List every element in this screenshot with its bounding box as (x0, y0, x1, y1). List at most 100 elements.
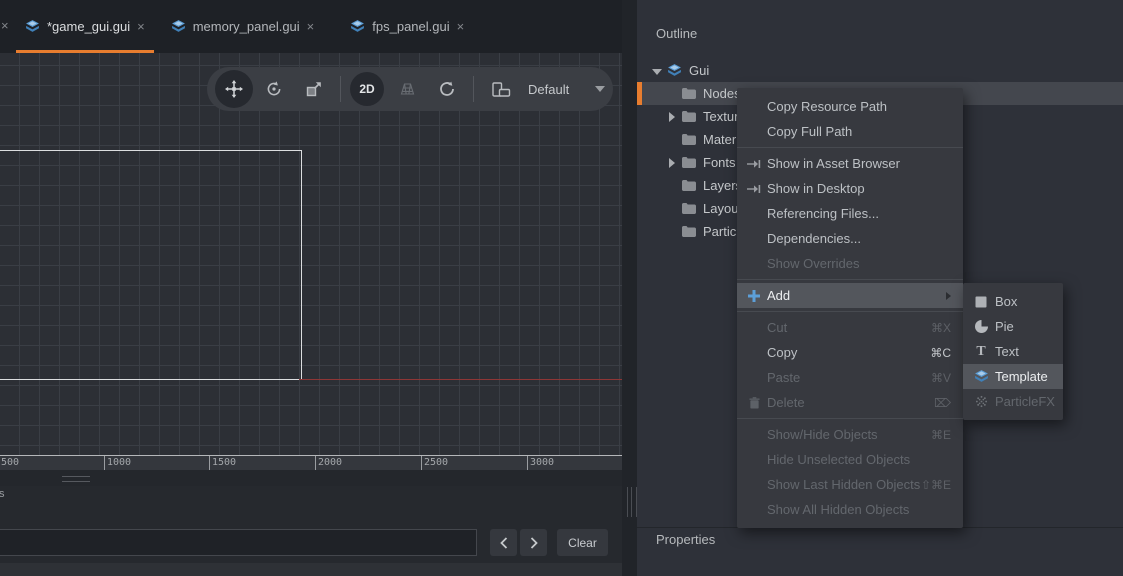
menu-item-show-in-desktop[interactable]: Show in Desktop (737, 176, 963, 201)
menu-item-label: Hide Unselected Objects (767, 452, 910, 467)
ruler-tick (527, 456, 528, 471)
menu-item-show-last-hidden-objects: Show Last Hidden Objects⇧⌘E (737, 472, 963, 497)
tab-memory-panel[interactable]: memory_panel.gui × (162, 0, 324, 53)
bottom-search-input[interactable] (0, 529, 477, 556)
menu-item-show-in-asset-browser[interactable]: Show in Asset Browser (737, 151, 963, 176)
menu-item-label: Add (767, 288, 790, 303)
template-node-icon (972, 370, 990, 383)
arrow-spacer (666, 135, 678, 145)
folder-icon (682, 180, 696, 191)
menu-item-label: Copy (767, 345, 797, 360)
reset-camera-button[interactable] (427, 80, 467, 98)
submenu-item-text[interactable]: T Text (963, 339, 1063, 364)
device-orientation-button[interactable] (480, 81, 520, 98)
folder-icon (682, 111, 696, 122)
tab-bar: × *game_gui.gui × memory_panel.gui × fps… (0, 0, 622, 53)
folder-icon (682, 88, 696, 99)
folder-icon (682, 134, 696, 145)
2d-mode-toggle[interactable]: 2D (347, 72, 387, 106)
ruler-label: 2000 (318, 457, 342, 468)
menu-item-copy[interactable]: Copy⌘C (737, 340, 963, 365)
viewport-toolbar: 2D Default (207, 67, 613, 111)
status-strip (0, 563, 622, 576)
menu-item-label: Copy Full Path (767, 124, 852, 139)
trash-icon (745, 397, 763, 409)
menu-item-copy-full-path[interactable]: Copy Full Path (737, 119, 963, 144)
tab-game-gui[interactable]: *game_gui.gui × (16, 0, 154, 53)
menu-item-label: Show in Desktop (767, 181, 865, 196)
tab-label: memory_panel.gui (193, 19, 300, 34)
scene-viewport[interactable]: 2D Default (0, 53, 622, 455)
tree-item-label: Gui (689, 63, 709, 78)
vertical-splitter[interactable] (622, 0, 637, 576)
expand-arrow-icon[interactable] (651, 66, 663, 76)
tab-close-icon[interactable]: × (307, 19, 315, 34)
collapse-arrow-icon[interactable] (666, 158, 678, 168)
menu-separator (737, 147, 963, 148)
bottom-panel-tab-partial: s (0, 488, 5, 500)
submenu-item-template[interactable]: Template (963, 364, 1063, 389)
menu-item-delete: Delete ⌦ (737, 390, 963, 415)
menu-item-label: Cut (767, 320, 787, 335)
menu-item-label: Show Overrides (767, 256, 859, 271)
add-submenu: Box Pie T Text Template ParticleFX (963, 283, 1063, 420)
editor-column: × *game_gui.gui × memory_panel.gui × fps… (0, 0, 622, 576)
menu-shortcut: ⌘V (931, 371, 951, 385)
tab-fps-panel[interactable]: fps_panel.gui × (341, 0, 473, 53)
submenu-item-box[interactable]: Box (963, 289, 1063, 314)
menu-item-add[interactable]: Add (737, 283, 963, 308)
gui-file-icon (171, 20, 186, 33)
next-match-button[interactable] (520, 529, 547, 556)
bottom-panel: s Clear (0, 486, 622, 576)
menu-shortcut: ⇧⌘E (921, 478, 951, 492)
tab-close-icon[interactable]: × (457, 19, 465, 34)
menu-item-cut: Cut⌘X (737, 315, 963, 340)
clear-button[interactable]: Clear (557, 529, 608, 556)
toolbar-separator (340, 76, 341, 102)
menu-item-dependencies[interactable]: Dependencies... (737, 226, 963, 251)
splitter-grip-icon[interactable] (62, 476, 90, 482)
menu-item-label: Paste (767, 370, 800, 385)
camera-frustum-icon (398, 80, 417, 98)
submenu-item-particlefx[interactable]: ParticleFX (963, 389, 1063, 414)
menu-item-label: Box (995, 294, 1017, 309)
chevron-right-icon (530, 537, 538, 549)
toolbar-separator (473, 76, 474, 102)
hidden-tab-close-icon[interactable]: × (0, 0, 9, 50)
arrow-to-bar-icon (745, 184, 763, 194)
ruler-label: 1000 (107, 457, 131, 468)
prev-match-button[interactable] (490, 529, 517, 556)
menu-separator (737, 311, 963, 312)
arrow-to-bar-icon (745, 159, 763, 169)
tab-close-icon[interactable]: × (137, 19, 145, 34)
text-node-icon: T (972, 345, 990, 359)
arrow-spacer (666, 204, 678, 214)
scale-tool-button[interactable] (294, 80, 334, 98)
menu-item-copy-resource-path[interactable]: Copy Resource Path (737, 94, 963, 119)
menu-item-referencing-files[interactable]: Referencing Files... (737, 201, 963, 226)
menu-item-label: Delete (767, 395, 805, 410)
move-tool-active-circle (215, 70, 253, 108)
context-menu: Copy Resource Path Copy Full Path Show i… (737, 88, 963, 528)
perspective-camera-button[interactable] (387, 80, 427, 98)
folder-icon (682, 203, 696, 214)
menu-item-label: Show in Asset Browser (767, 156, 900, 171)
rotate-tool-button[interactable] (254, 80, 294, 98)
menu-item-show-overrides: Show Overrides (737, 251, 963, 276)
splitter-grip-icon[interactable] (627, 487, 637, 517)
collapse-arrow-icon[interactable] (666, 112, 678, 122)
move-tool-button[interactable] (214, 70, 254, 108)
device-orientation-icon (490, 81, 511, 98)
2d-mode-label: 2D (350, 72, 384, 106)
arrow-spacer (666, 227, 678, 237)
ruler-label: 3000 (530, 457, 554, 468)
rotate-icon (265, 80, 283, 98)
horizontal-splitter[interactable] (0, 470, 622, 486)
ruler-tick (315, 456, 316, 471)
submenu-item-pie[interactable]: Pie (963, 314, 1063, 339)
menu-shortcut: ⌘E (931, 428, 951, 442)
layout-profile-dropdown[interactable]: Default (528, 82, 569, 97)
properties-panel-title: Properties (656, 532, 715, 547)
chevron-down-icon (595, 86, 605, 92)
tree-item-gui[interactable]: Gui (641, 59, 1123, 82)
